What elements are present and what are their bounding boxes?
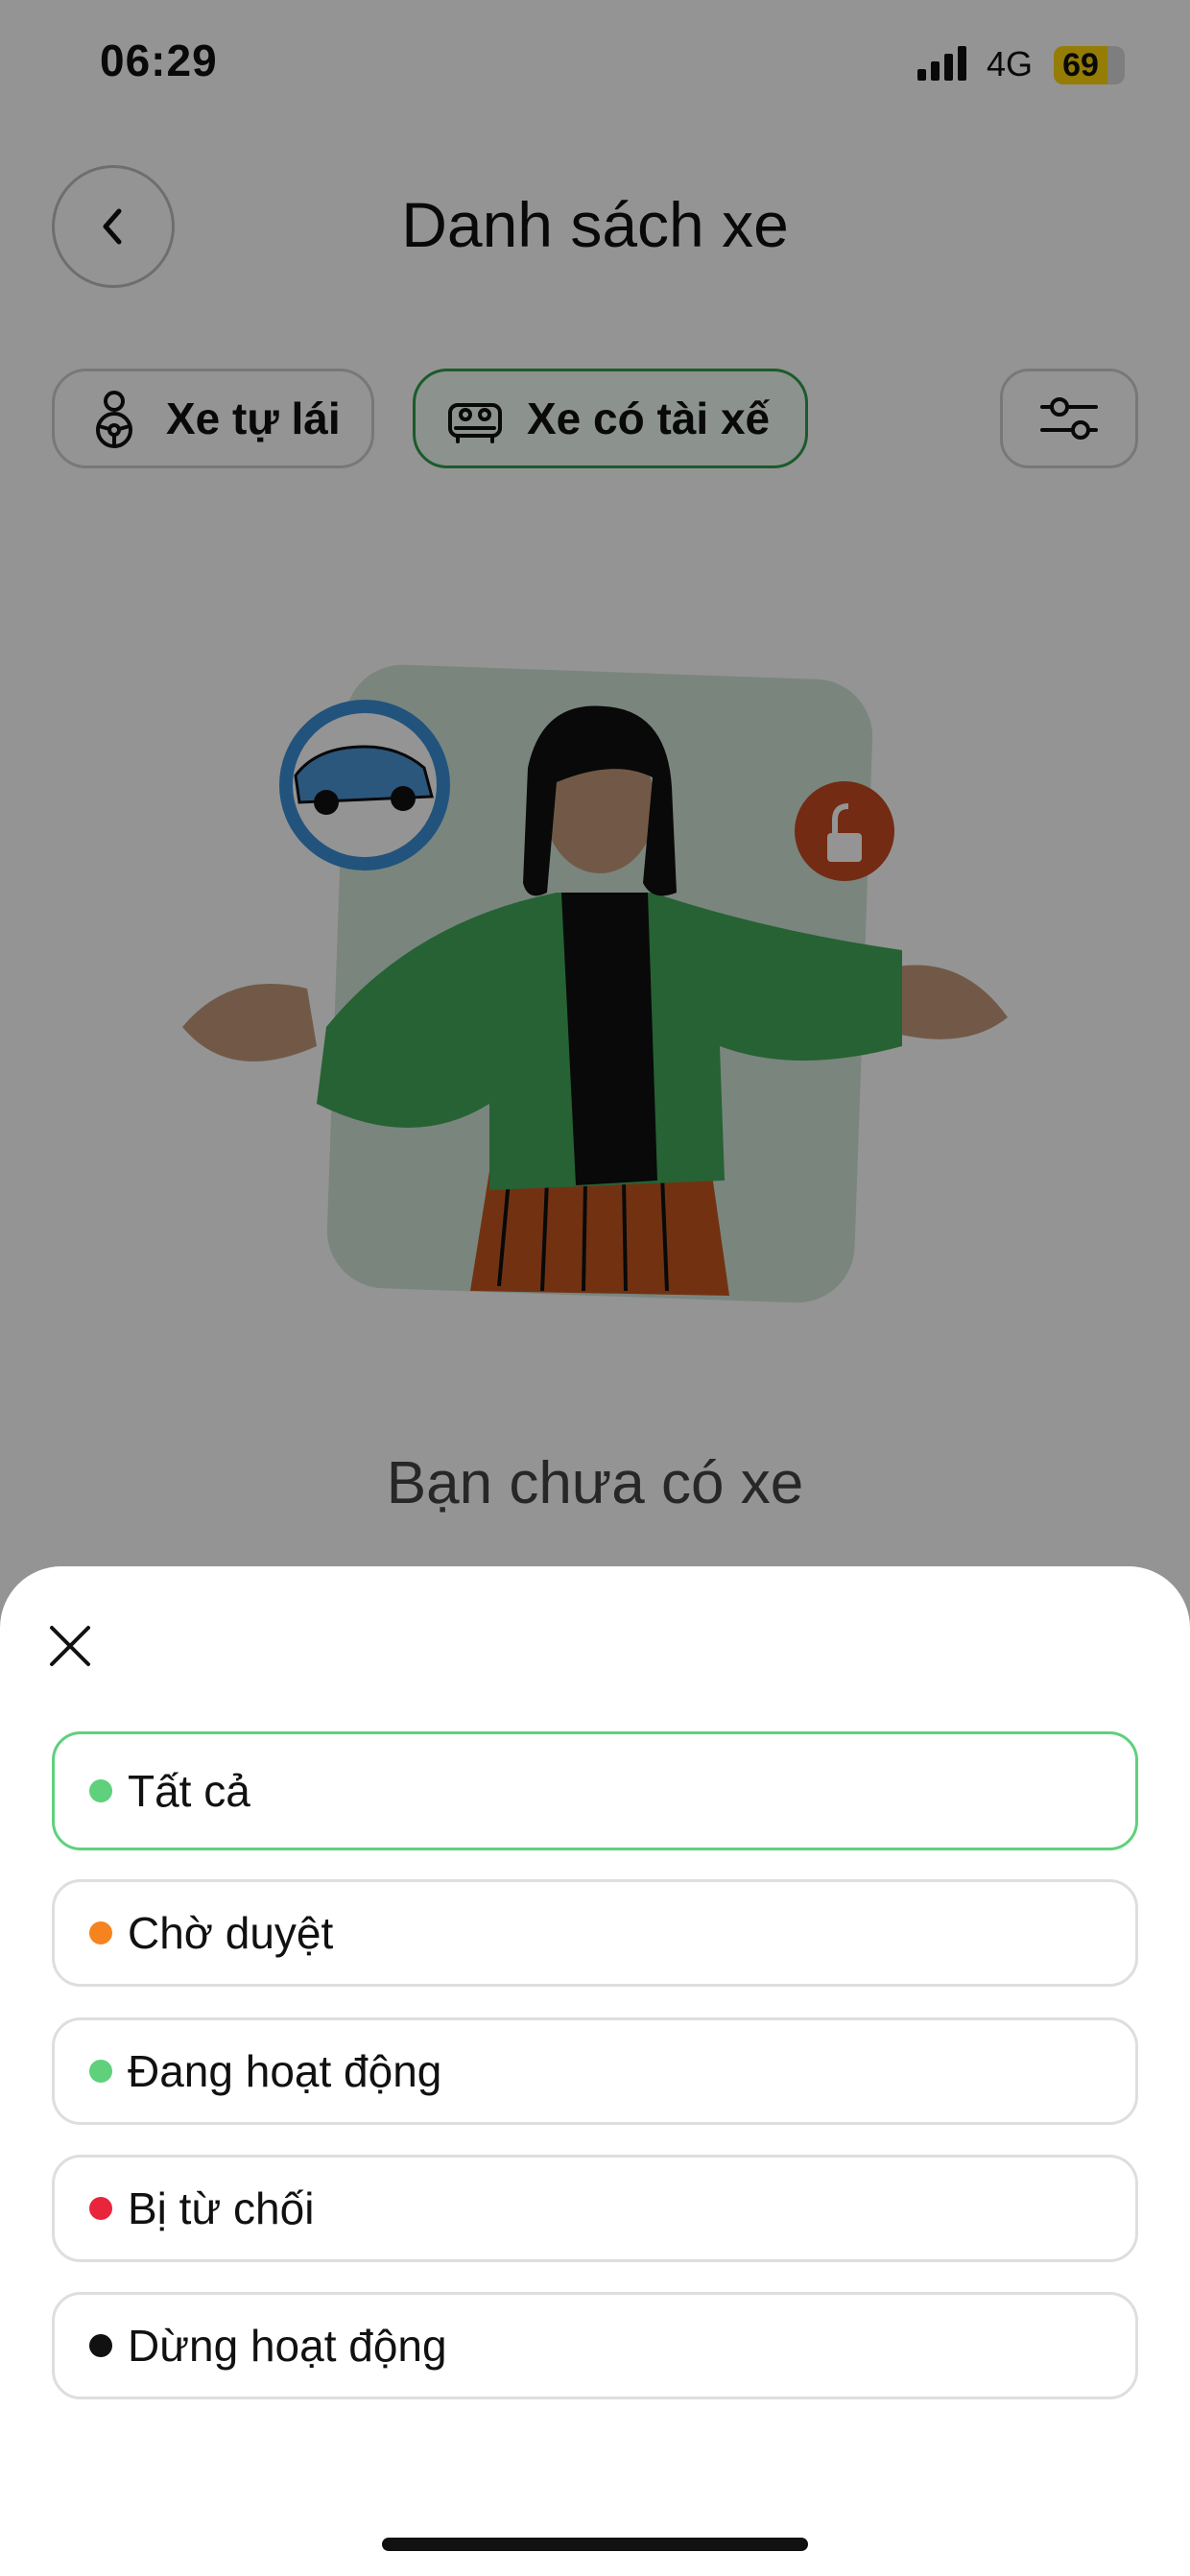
status-option-pending[interactable]: Chờ duyệt <box>52 1879 1138 1987</box>
status-option-label: Đang hoạt động <box>128 2046 442 2096</box>
status-dot <box>89 2060 112 2083</box>
status-option-label: Tất cả <box>128 1766 250 1816</box>
status-dot <box>89 1921 112 1944</box>
status-option-stopped[interactable]: Dừng hoạt động <box>52 2292 1138 2399</box>
status-option-rejected[interactable]: Bị từ chối <box>52 2155 1138 2262</box>
status-dot <box>89 1779 112 1802</box>
status-dot <box>89 2334 112 2357</box>
status-option-all[interactable]: Tất cả <box>52 1731 1138 1850</box>
status-option-label: Chờ duyệt <box>128 1908 334 1958</box>
status-option-label: Dừng hoạt động <box>128 2321 447 2371</box>
status-dot <box>89 2197 112 2220</box>
status-option-active[interactable]: Đang hoạt động <box>52 2017 1138 2125</box>
status-option-label: Bị từ chối <box>128 2183 315 2233</box>
home-indicator <box>382 2538 808 2551</box>
status-filter-sheet: Tất cả Chờ duyệt Đang hoạt động Bị từ ch… <box>0 1566 1190 2576</box>
close-icon[interactable] <box>46 1622 94 1670</box>
